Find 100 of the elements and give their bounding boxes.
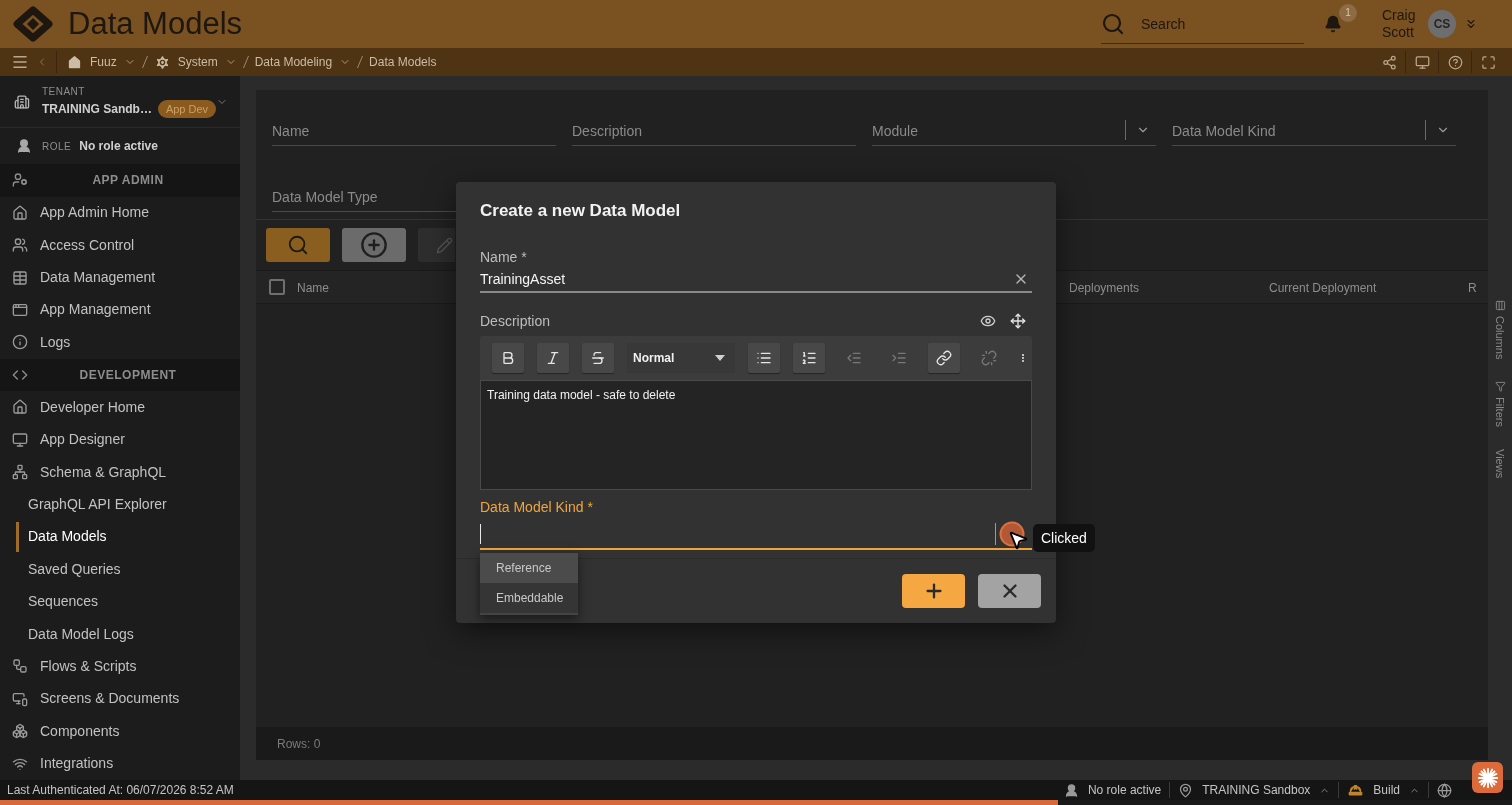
breadcrumb-separator-icon: [357, 56, 364, 68]
format-dropdown[interactable]: Normal: [627, 343, 735, 373]
help-icon: [1447, 54, 1463, 70]
add-button[interactable]: [342, 228, 406, 262]
strikethrough-icon: [590, 350, 606, 366]
house-icon: [12, 204, 28, 221]
move-icon[interactable]: [1010, 313, 1026, 329]
bold-icon: [500, 350, 516, 366]
section-title: APP ADMIN: [91, 172, 165, 190]
sidebar-item[interactable]: Saved Queries: [0, 553, 240, 586]
bulleted-list-button[interactable]: [748, 343, 780, 373]
building-icon: [14, 93, 30, 110]
breadcrumb-link[interactable]: Data Models: [369, 51, 437, 73]
sidebar-item[interactable]: Components: [0, 715, 240, 748]
starburst-icon: [1476, 766, 1499, 789]
tenant-name: TRAINING Sandb…: [41, 101, 152, 118]
sidebar-item[interactable]: App Management: [0, 293, 240, 327]
logo-icon: [12, 6, 54, 42]
strikethrough-button[interactable]: [582, 343, 614, 373]
boxes-icon: [12, 723, 28, 740]
circle-plus-icon: [360, 231, 388, 259]
monitor-icon: [12, 431, 28, 448]
users-icon: [12, 237, 28, 254]
side-panel-tab[interactable]: Views: [1491, 449, 1509, 479]
caret-down-icon: [715, 355, 725, 361]
column-header[interactable]: Name: [297, 281, 329, 295]
italic-icon: [545, 350, 561, 366]
pencil-icon: [436, 236, 453, 254]
breadcrumb-separator-icon: [141, 56, 148, 68]
breadcrumb-link[interactable]: System: [153, 51, 237, 73]
person-icon: [16, 138, 32, 154]
row-count: Rows: 0: [277, 735, 321, 753]
notification-count: 1: [1339, 4, 1357, 22]
column-header[interactable]: R: [1468, 281, 1477, 295]
search-icon: [287, 234, 309, 256]
breadcrumb-link[interactable]: Fuuz: [66, 51, 136, 73]
text-field[interactable]: Description: [572, 116, 856, 146]
status-item[interactable]: No role active: [1055, 780, 1170, 800]
sidebar-item[interactable]: Flows & Scripts: [0, 650, 240, 683]
text-caret: [480, 524, 481, 544]
eye-icon[interactable]: [980, 313, 996, 329]
menu-icon: [11, 53, 29, 71]
tenant-label: TENANT: [41, 85, 85, 98]
link-button[interactable]: [928, 343, 960, 373]
text-field[interactable]: Name: [272, 116, 556, 146]
sidebar-item[interactable]: GraphQL API Explorer: [0, 488, 240, 521]
page-title: Data Models: [68, 6, 243, 42]
status-item[interactable]: Build: [1339, 780, 1428, 800]
cursor-icon: [1007, 529, 1029, 551]
field-label: Name *: [480, 248, 528, 266]
floating-action-button[interactable]: [1472, 762, 1503, 793]
select-field[interactable]: Module: [872, 116, 1156, 146]
side-panel-tab[interactable]: Filters: [1491, 381, 1509, 428]
sidebar-item[interactable]: Logs: [0, 326, 240, 359]
house-icon: [12, 399, 28, 416]
sidebar-item[interactable]: Data Model Logs: [0, 617, 240, 651]
create-button[interactable]: [902, 574, 965, 608]
dropdown-option[interactable]: Embeddable: [480, 583, 578, 613]
columns-icon: [1494, 300, 1506, 311]
column-header[interactable]: Deployments: [1069, 281, 1140, 295]
select-all-checkbox[interactable]: [269, 279, 285, 295]
menu-button[interactable]: [11, 53, 29, 71]
gear-icon: [153, 53, 171, 71]
rich-text-editor[interactable]: Training data model - safe to delete: [480, 380, 1032, 490]
house-icon: [66, 53, 83, 71]
sidebar-item[interactable]: Screens & Documents: [0, 682, 240, 716]
tenant-selector[interactable]: TENANT TRAINING Sandb… App Dev: [0, 76, 240, 128]
globe-icon[interactable]: [1437, 782, 1452, 798]
sidebar-item[interactable]: Schema & GraphQL: [0, 455, 240, 489]
field-label: Description: [480, 312, 551, 330]
search-icon: [1101, 12, 1125, 36]
search-button[interactable]: [266, 228, 330, 262]
sidebar-item[interactable]: Integrations: [0, 747, 240, 780]
bold-button[interactable]: [492, 343, 524, 373]
role-selector[interactable]: ROLE No role active: [0, 128, 240, 164]
sidebar-item[interactable]: App Admin Home: [0, 196, 240, 229]
sidebar-item[interactable]: Developer Home: [0, 391, 240, 424]
italic-button[interactable]: [537, 343, 569, 373]
sidebar-item[interactable]: Sequences: [0, 585, 240, 618]
hard-hat-icon: [1347, 782, 1365, 798]
sidebar-item[interactable]: Data Management: [0, 261, 240, 294]
breadcrumb-link[interactable]: Data Modeling: [254, 51, 352, 73]
indent-icon: [891, 350, 907, 366]
sidebar-item[interactable]: Access Control: [0, 228, 240, 262]
cancel-button[interactable]: [978, 574, 1041, 608]
user-name: Craig Scott: [1382, 7, 1417, 41]
dropdown-option[interactable]: Reference: [480, 553, 578, 583]
table-icon: [12, 269, 28, 286]
side-panel-tab[interactable]: Columns: [1491, 300, 1509, 360]
sidebar-item[interactable]: App Designer: [0, 423, 240, 456]
name-field[interactable]: TrainingAsset: [480, 266, 1032, 293]
column-header[interactable]: Current Deployment: [1269, 281, 1377, 295]
person-icon: [1063, 782, 1079, 798]
status-item[interactable]: TRAINING Sandbox: [1170, 780, 1339, 800]
select-field[interactable]: Data Model Kind: [1172, 116, 1456, 146]
sidebar-item[interactable]: Data Models: [0, 520, 240, 554]
numbered-list-button[interactable]: [793, 343, 825, 373]
search-field[interactable]: Search: [1101, 4, 1304, 44]
role-value: No role active: [79, 138, 158, 155]
link-icon: [936, 350, 952, 366]
